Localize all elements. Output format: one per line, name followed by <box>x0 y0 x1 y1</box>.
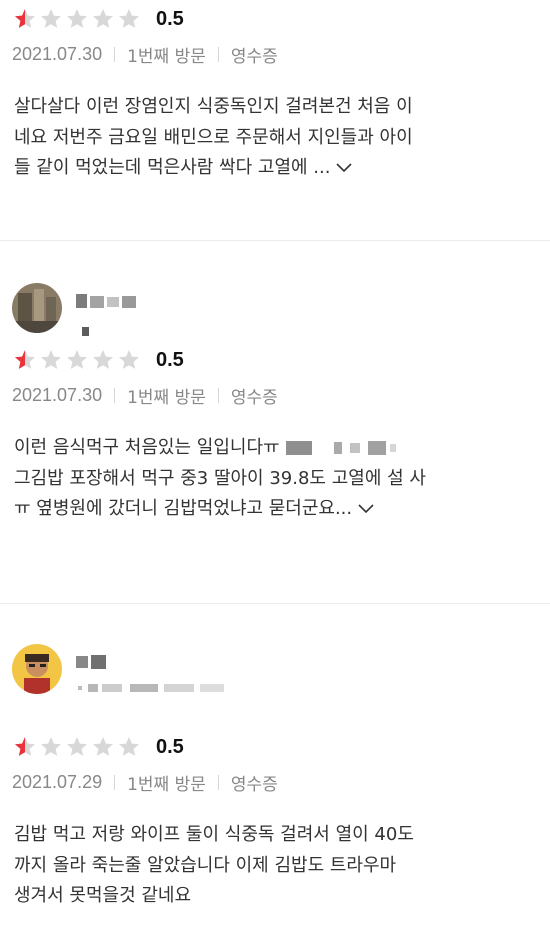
star-rating <box>12 735 142 759</box>
star-icon <box>67 737 87 756</box>
star-icon <box>67 350 87 369</box>
review-line: 들 같이 먹었는데 먹은사람 싹다 고열에 ... <box>14 157 331 178</box>
rating-score: 0.5 <box>156 735 184 758</box>
user-row[interactable] <box>0 241 550 337</box>
divider <box>114 774 116 790</box>
star-icon <box>93 737 113 756</box>
review-text[interactable]: 이런 음식먹구 처음있는 일입니다ㅠ 그김밥 포장해서 먹구 중3 딸아이 39… <box>0 433 550 525</box>
review-text[interactable]: 김밥 먹고 저랑 와이프 둘이 식중독 걸려서 열이 40도 까지 올라 죽는줄… <box>0 820 550 912</box>
review-meta: 2021.07.29 1번째 방문 영수증 <box>0 766 550 798</box>
review-line: 네요 저번주 금요일 배민으로 주문해서 지인들과 아이 <box>14 126 413 148</box>
rating-row: 0.5 <box>0 0 550 38</box>
review-card: 0.5 2021.07.30 1번째 방문 영수증 이런 음식먹구 처음있는 일… <box>0 241 550 604</box>
blurred-text <box>285 441 396 455</box>
divider <box>114 46 116 62</box>
visit-date: 2021.07.29 <box>12 771 103 792</box>
star-rating <box>12 7 142 31</box>
review-line: ㅠ 옆병원에 갔더니 김밥먹었냐고 묻더군요... <box>14 498 353 519</box>
user-row[interactable] <box>0 604 550 700</box>
star-icon <box>15 737 35 756</box>
review-line: 김밥 먹고 저랑 와이프 둘이 식중독 걸려서 열이 40도 <box>14 824 414 845</box>
review-line-first: 이런 음식먹구 처음있는 일입니다ㅠ <box>14 433 536 464</box>
review-meta: 2021.07.30 1번째 방문 영수증 <box>0 379 550 411</box>
review-card: 0.5 2021.07.29 1번째 방문 영수증 김밥 먹고 저랑 와이프 둘… <box>0 604 550 943</box>
review-text[interactable]: 살다살다 이런 장염인지 식중독인지 걸려본건 처음 이 네요 저번주 금요일 … <box>0 92 550 184</box>
star-icon <box>41 9 61 28</box>
divider <box>217 46 219 62</box>
visit-count: 1번째 방문 <box>127 774 206 795</box>
user-name-blurred <box>76 652 116 676</box>
star-icon <box>93 350 113 369</box>
divider <box>217 387 219 403</box>
star-icon <box>15 350 35 369</box>
chevron-down-icon[interactable] <box>336 163 353 173</box>
divider <box>217 774 219 790</box>
user-name-blurred <box>76 291 146 315</box>
star-icon <box>119 350 139 369</box>
visit-date: 2021.07.30 <box>12 43 103 64</box>
star-icon <box>41 350 61 369</box>
star-icon <box>15 9 35 28</box>
visit-count: 1번째 방문 <box>127 387 206 408</box>
receipt-label: 영수증 <box>230 387 278 408</box>
star-icon <box>41 737 61 756</box>
rating-row: 0.5 <box>0 728 550 766</box>
divider <box>114 387 116 403</box>
star-icon <box>119 9 139 28</box>
star-rating <box>12 348 142 372</box>
review-line: 살다살다 이런 장염인지 식중독인지 걸려본건 처음 이 <box>14 96 413 117</box>
star-icon <box>67 9 87 28</box>
review-line: 그김밥 포장해서 먹구 중3 딸아이 39.8도 고열에 설 사 <box>14 467 426 489</box>
review-line-last: ㅠ 옆병원에 갔더니 김밥먹었냐고 묻더군요... <box>14 494 536 525</box>
review-line: 까지 올라 죽는줄 알았습니다 이제 김밥도 트라우마 <box>14 854 397 876</box>
receipt-label: 영수증 <box>230 774 278 795</box>
chevron-down-icon[interactable] <box>358 504 374 514</box>
rating-row: 0.5 <box>0 341 550 379</box>
avatar[interactable] <box>12 283 62 333</box>
star-icon <box>93 9 113 28</box>
avatar[interactable] <box>12 644 62 694</box>
review-line: 이런 음식먹구 처음있는 일입니다ㅠ <box>14 437 280 458</box>
rating-score: 0.5 <box>156 348 184 371</box>
review-meta: 2021.07.30 1번째 방문 영수증 <box>0 38 550 70</box>
user-sub-blurred <box>78 680 228 699</box>
review-card: 0.5 2021.07.30 1번째 방문 영수증 살다살다 이런 장염인지 식… <box>0 0 550 241</box>
receipt-label: 영수증 <box>230 46 278 67</box>
visit-date: 2021.07.30 <box>12 384 103 405</box>
user-sub-blurred <box>80 323 92 342</box>
rating-score: 0.5 <box>156 7 184 30</box>
review-line-last: 들 같이 먹었는데 먹은사람 싹다 고열에 ... <box>14 153 536 184</box>
star-icon <box>119 737 139 756</box>
visit-count: 1번째 방문 <box>127 46 206 67</box>
review-line: 생겨서 못먹을것 같네요 <box>14 885 192 906</box>
